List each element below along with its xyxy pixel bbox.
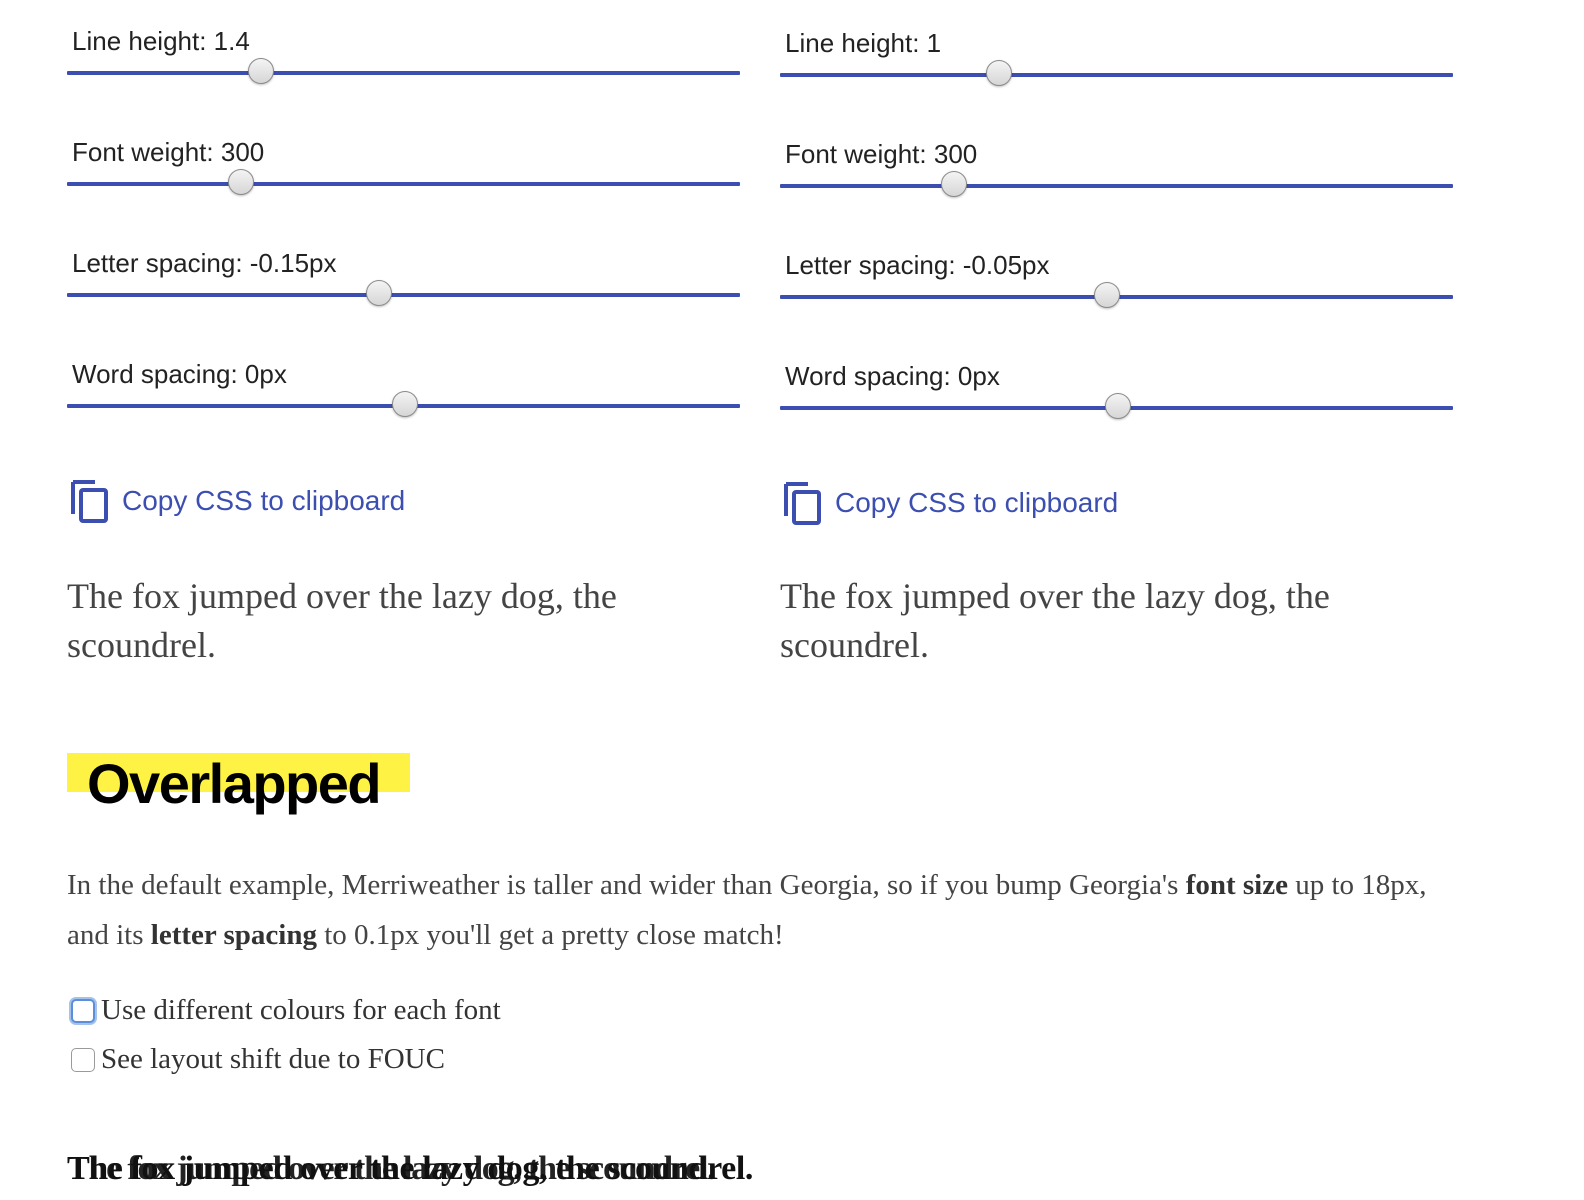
right-sample-text: The fox jumped over the lazy dog, the sc… (780, 576, 1330, 665)
copy-css-button[interactable]: Copy CSS to clipboard (70, 478, 405, 524)
line-height-slider[interactable] (780, 60, 1453, 86)
letter-spacing-label: Letter spacing: -0.15px (72, 248, 337, 278)
different-colours-option[interactable]: Use different colours for each font (71, 994, 501, 1027)
description-bold-font-size: font size (1185, 869, 1288, 901)
letter-spacing-slider[interactable] (780, 282, 1453, 308)
line-height-slider-group: Line height: 1 (780, 2, 1453, 113)
copy-css-label: Copy CSS to clipboard (122, 485, 406, 516)
description-text: In the default example, Merriweather is … (67, 869, 1186, 901)
word-spacing-slider-group: Word spacing: 0px (67, 333, 740, 444)
copy-css-label: Copy CSS to clipboard (835, 487, 1119, 518)
overlapped-sample: The fox jumped over the lazy dog, the sc… (67, 1150, 1067, 1200)
letter-spacing-slider-group: Letter spacing: -0.05px (780, 224, 1453, 335)
different-colours-checkbox[interactable] (71, 998, 95, 1023)
letter-spacing-label: Letter spacing: -0.05px (785, 250, 1050, 280)
fouc-label: See layout shift due to FOUC (101, 1043, 445, 1075)
right-font-panel: Line height: 1 Font weight: 300 Letter s… (780, 2, 1453, 665)
different-colours-label: Use different colours for each font (101, 994, 501, 1026)
description-text: to 0.1px you'll get a pretty close match… (316, 919, 784, 951)
slider-thumb[interactable] (365, 280, 392, 306)
word-spacing-slider[interactable] (780, 393, 1453, 419)
font-weight-slider[interactable] (67, 169, 740, 195)
fouc-checkbox[interactable] (71, 1047, 95, 1072)
slider-thumb[interactable] (940, 171, 967, 197)
font-weight-slider-group: Font weight: 300 (780, 113, 1453, 224)
slider-thumb[interactable] (1094, 282, 1121, 308)
word-spacing-slider-group: Word spacing: 0px (780, 335, 1453, 446)
line-height-slider-group: Line height: 1.4 (67, 0, 740, 111)
line-height-slider[interactable] (67, 58, 740, 84)
fouc-option[interactable]: See layout shift due to FOUC (71, 1043, 445, 1076)
font-weight-slider[interactable] (780, 171, 1453, 197)
line-height-label: Line height: 1.4 (72, 26, 250, 56)
font-weight-label: Font weight: 300 (785, 139, 978, 169)
font-weight-slider-group: Font weight: 300 (67, 111, 740, 222)
overlap-text-font-b: The fox jumped over the lazy dog, the sc… (67, 1150, 716, 1187)
font-weight-label: Font weight: 300 (72, 137, 265, 167)
word-spacing-label: Word spacing: 0px (72, 359, 287, 389)
copy-icon (70, 478, 110, 524)
slider-thumb[interactable] (986, 60, 1013, 86)
slider-thumb[interactable] (227, 169, 254, 195)
letter-spacing-slider-group: Letter spacing: -0.15px (67, 222, 740, 333)
letter-spacing-slider[interactable] (67, 280, 740, 306)
slider-thumb[interactable] (391, 391, 418, 417)
left-font-panel: Line height: 1.4 Font weight: 300 Letter… (67, 0, 740, 665)
section-description: In the default example, Merriweather is … (67, 860, 1457, 960)
slider-thumb[interactable] (248, 58, 275, 84)
line-height-label: Line height: 1 (785, 28, 942, 58)
description-bold-letter-spacing: letter spacing (150, 919, 317, 951)
word-spacing-label: Word spacing: 0px (785, 361, 1000, 391)
copy-css-button[interactable]: Copy CSS to clipboard (783, 480, 1118, 526)
word-spacing-slider[interactable] (67, 391, 740, 417)
copy-icon (783, 480, 823, 526)
slider-thumb[interactable] (1104, 393, 1131, 419)
left-sample-text: The fox jumped over the lazy dog, the sc… (67, 576, 617, 665)
section-heading: Overlapped (87, 752, 382, 815)
